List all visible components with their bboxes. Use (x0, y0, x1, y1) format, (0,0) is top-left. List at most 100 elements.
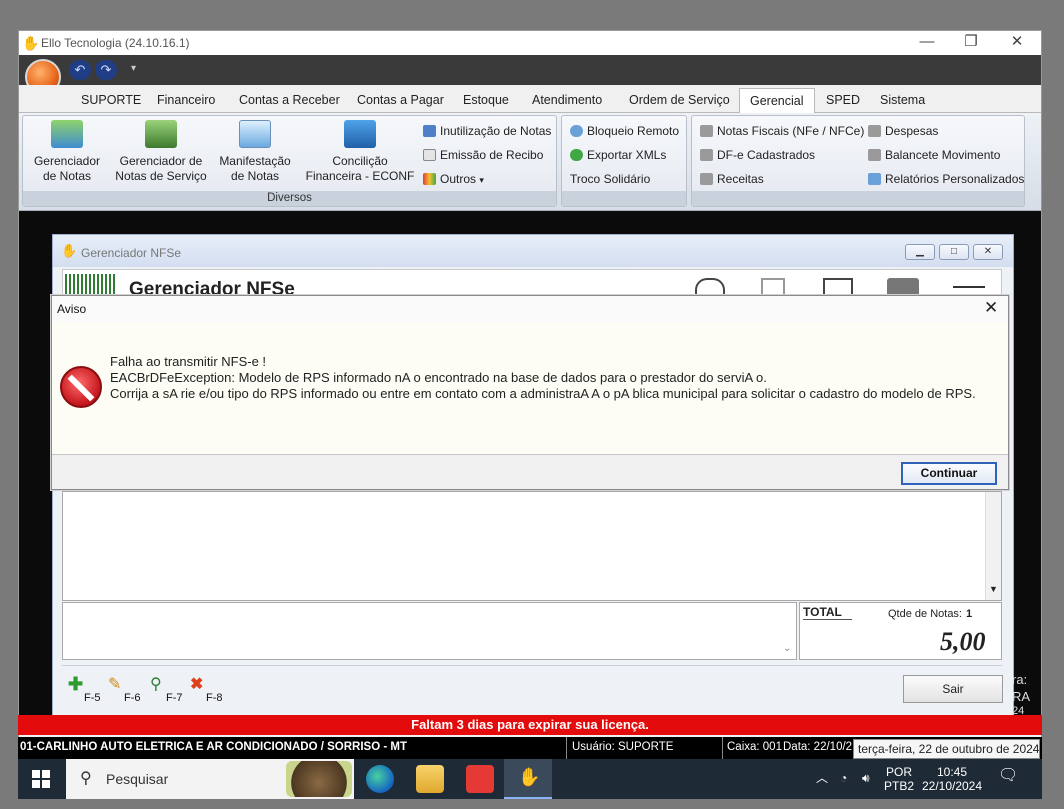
gerenciador-notas-button[interactable]: Gerenciador de Notas (27, 120, 107, 184)
scroll-down-icon[interactable]: ⌄ (783, 643, 791, 654)
anydesk-icon[interactable] (466, 765, 494, 793)
close-button[interactable]: ✕ (995, 31, 1039, 55)
undo-icon[interactable]: ↶ (69, 60, 91, 80)
search-placeholder: Pesquisar (106, 771, 169, 787)
ribbon-group-2: Bloqueio Remoto Exportar XMLs Troco Soli… (561, 115, 687, 207)
bloqueio-remoto-button[interactable]: Bloqueio Remoto (570, 124, 679, 138)
notas-fiscais-button[interactable]: Notas Fiscais (NFe / NFCe) (700, 124, 864, 138)
notes-grid[interactable]: ▼ (62, 491, 1002, 601)
menu-icon[interactable] (953, 286, 985, 288)
printer-icon (700, 173, 713, 185)
date-tooltip: terça-feira, 22 de outubro de 2024 (853, 739, 1040, 759)
chevron-down-icon: ▾ (479, 175, 484, 185)
despesas-button[interactable]: Despesas (868, 124, 938, 138)
dialog-footer: Continuar (52, 454, 1008, 489)
button-label: Gerenciador de (119, 154, 203, 168)
add-button[interactable]: ✚ F-5 (68, 674, 108, 706)
divider (722, 737, 723, 759)
notification-icon[interactable]: 🗨︎ (998, 768, 1018, 784)
group-label (692, 191, 1024, 206)
child-minimize-button[interactable]: ▁ (905, 244, 935, 260)
volume-icon[interactable]: 🔊︎ (862, 771, 870, 785)
manifestacao-notas-button[interactable]: Manifestação de Notas (215, 120, 295, 184)
button-label: Troco Solidário (570, 172, 651, 186)
ribbon-group-diversos: Gerenciador de Notas Gerenciador de Nota… (22, 115, 557, 207)
continuar-button[interactable]: Continuar (901, 462, 997, 485)
file-explorer-icon[interactable] (416, 765, 444, 793)
tab-contas-receber[interactable]: Contas a Receber (239, 93, 340, 107)
app-logo-icon: ✋ (22, 35, 40, 51)
button-label: Notas de Serviço (115, 169, 207, 183)
child-close-button[interactable]: ✕ (973, 244, 1003, 260)
minimize-button[interactable]: — (905, 31, 949, 55)
observations-box[interactable]: ⌄ (62, 602, 797, 660)
delete-button[interactable]: ✖ F-8 (190, 674, 230, 706)
button-label: Balancete Movimento (885, 148, 1001, 162)
hand-icon: ✋ (518, 767, 541, 787)
receipt-icon (423, 149, 436, 161)
error-message-line: EACBrDFeException: Modelo de RPS informa… (110, 370, 767, 385)
child-maximize-button[interactable]: □ (939, 244, 969, 260)
edit-button[interactable]: ✎ F-6 (108, 674, 148, 706)
redo-icon[interactable]: ↷ (95, 60, 117, 80)
tab-gerencial[interactable]: Gerencial (739, 88, 815, 114)
ribbon: Gerenciador de Notas Gerenciador de Nota… (19, 113, 1041, 211)
troco-solidario-button[interactable]: Troco Solidário (570, 172, 650, 186)
taskbar-search[interactable]: ⚲ Pesquisar (66, 759, 354, 799)
tab-atendimento[interactable]: Atendimento (532, 93, 602, 107)
tab-sistema[interactable]: Sistema (880, 93, 925, 107)
network-icon[interactable]: ◔ (840, 771, 847, 785)
balancete-movimento-button[interactable]: Balancete Movimento (868, 148, 1000, 162)
button-label: Relatórios Personalizados (885, 172, 1025, 186)
tab-contas-pagar[interactable]: Contas a Pagar (357, 93, 444, 107)
button-label: Exportar XMLs (587, 148, 667, 162)
sair-button[interactable]: Sair (903, 675, 1003, 703)
button-label: Inutilização de Notas (440, 124, 552, 138)
printer-icon (868, 125, 881, 137)
quick-access-toolbar: ↶ ↷ ▾ (19, 55, 1041, 85)
gerenciador-notas-servico-button[interactable]: Gerenciador de Notas de Serviço (113, 120, 209, 184)
window-title: Ello Tecnologia (24.10.16.1) (41, 36, 190, 50)
conciliacao-financeira-button[interactable]: Concilição Financeira - ECONF (303, 120, 417, 184)
fkey-label: F-7 (166, 692, 183, 704)
search-button[interactable]: ⚲ F-7 (150, 674, 190, 706)
tab-estoque[interactable]: Estoque (463, 93, 509, 107)
button-label: de Notas (230, 169, 280, 183)
button-label: Emissão de Recibo (440, 148, 544, 162)
error-message-line: Falha ao transmitir NFS-e ! (110, 354, 267, 369)
exportar-xmls-button[interactable]: Exportar XMLs (570, 148, 666, 162)
receitas-button[interactable]: Receitas (700, 172, 764, 186)
date-info: Data: 22/10/2 (783, 741, 853, 753)
shapes-icon (423, 173, 436, 185)
language-indicator[interactable]: POR PTB2 (884, 765, 914, 793)
window-icon (239, 120, 271, 148)
ribbon-group-3: Notas Fiscais (NFe / NFCe) DF-e Cadastra… (691, 115, 1025, 207)
function-key-toolbar: ✚ F-5 ✎ F-6 ⚲ F-7 ✖ F-8 (62, 665, 1002, 710)
pencil-icon: ✎ (108, 676, 122, 693)
dialog-close-icon[interactable]: ✕ (984, 298, 998, 318)
tab-suporte[interactable]: SUPORTE (81, 93, 141, 107)
truck-money-icon (145, 120, 177, 148)
ello-app-taskbar-button[interactable]: ✋ (504, 759, 552, 799)
inutilizacao-notas-button[interactable]: Inutilização de Notas (423, 124, 551, 138)
scroll-down-icon[interactable]: ▼ (989, 584, 998, 594)
outros-dropdown[interactable]: Outros ▾ (423, 172, 484, 186)
button-label: Outros (440, 172, 477, 186)
chevron-up-icon[interactable]: ︿ (816, 771, 828, 785)
windows-start-icon[interactable] (32, 770, 50, 788)
divider (566, 737, 567, 759)
lock-icon (570, 125, 583, 137)
maximize-button[interactable]: ❐ (949, 31, 993, 55)
report-search-icon (868, 173, 881, 185)
clock[interactable]: 10:45 22/10/2024 (920, 765, 984, 793)
tab-financeiro[interactable]: Financeiro (157, 93, 215, 107)
emissao-recibo-button[interactable]: Emissão de Recibo (423, 148, 543, 162)
credit-card-icon (344, 120, 376, 148)
dfe-cadastrados-button[interactable]: DF-e Cadastrados (700, 148, 815, 162)
relatorios-personalizados-button[interactable]: Relatórios Personalizados (868, 172, 1024, 186)
edge-browser-icon[interactable] (366, 765, 394, 793)
printer-icon (868, 149, 881, 161)
customize-toolbar-icon[interactable]: ▾ (131, 63, 136, 74)
tab-ordem-servico[interactable]: Ordem de Serviço (629, 93, 730, 107)
tab-sped[interactable]: SPED (826, 93, 860, 107)
